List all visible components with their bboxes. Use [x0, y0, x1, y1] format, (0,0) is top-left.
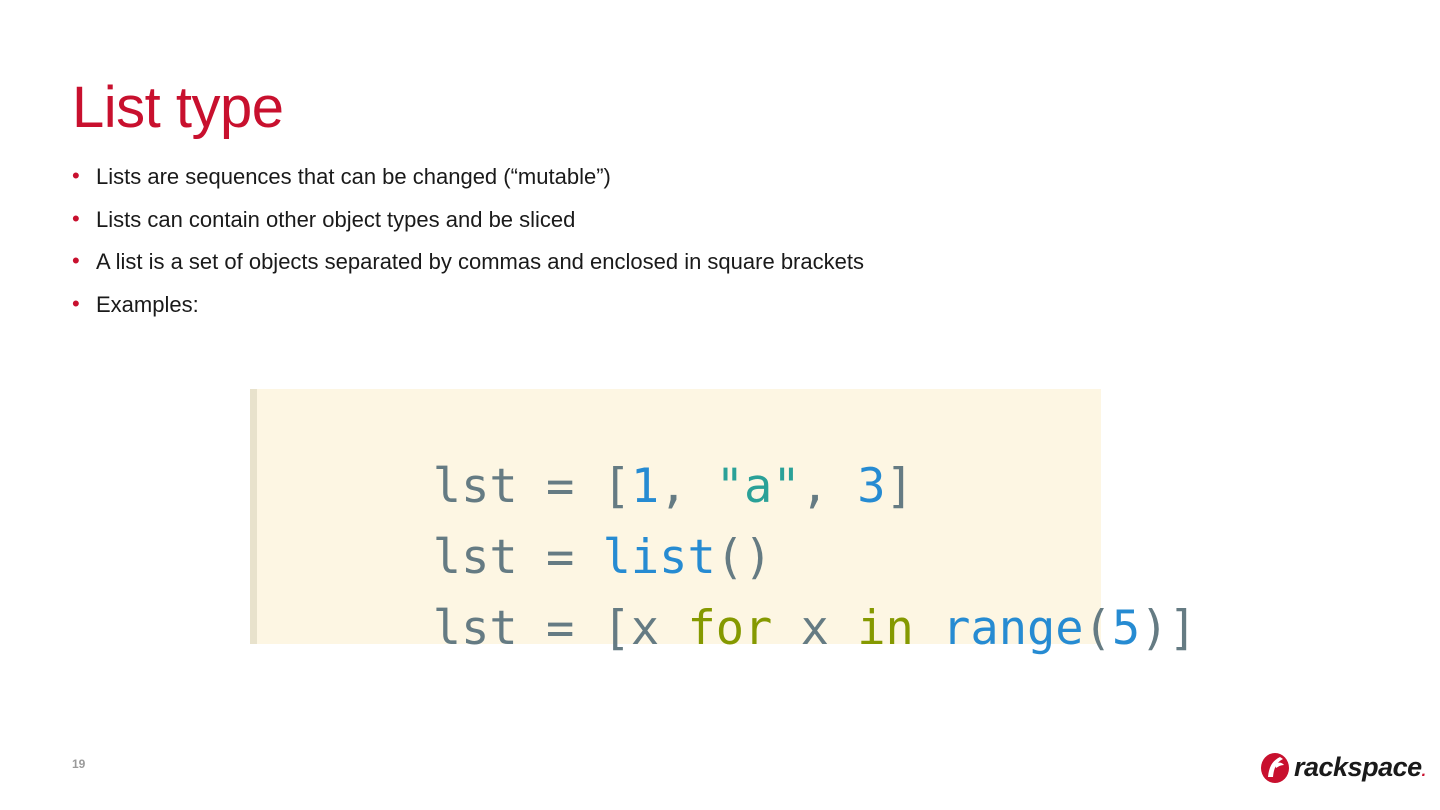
- bullet-list: • Lists are sequences that can be change…: [72, 160, 864, 330]
- code-token: for: [687, 601, 773, 656]
- code-token: 3: [857, 459, 886, 514]
- code-example: lst = [1, "a", 3] lst = list() lst = [x …: [250, 389, 1197, 656]
- bullet-dot-icon: •: [72, 205, 80, 231]
- code-token: 5: [1111, 601, 1141, 656]
- bullet-item: • Lists are sequences that can be change…: [72, 160, 864, 203]
- code-token: range: [942, 601, 1084, 656]
- bullet-text: A list is a set of objects separated by …: [96, 249, 864, 274]
- code-token: ,: [800, 459, 858, 514]
- code-token: in: [857, 601, 914, 656]
- rackspace-logo: rackspace.: [1258, 748, 1426, 788]
- page-number: 19: [72, 757, 86, 771]
- bullet-text: Lists are sequences that can be changed …: [96, 164, 611, 189]
- code-token: lst = [x: [432, 601, 688, 656]
- code-line: lst = [x for x in range(5)]: [263, 545, 1197, 713]
- bullet-text: Lists can contain other object types and…: [96, 206, 576, 232]
- bullet-item: • Examples:: [72, 288, 864, 331]
- slide: List type • Lists are sequences that can…: [0, 0, 1440, 810]
- logo-trademark: .: [1421, 763, 1426, 780]
- logo-word: rackspace: [1294, 752, 1422, 782]
- bullet-dot-icon: •: [72, 248, 80, 273]
- slide-title: List type: [72, 75, 284, 140]
- bullet-dot-icon: •: [72, 163, 80, 188]
- bullet-text: Examples:: [96, 291, 199, 317]
- rackspace-logo-icon: [1261, 753, 1289, 783]
- bullet-dot-icon: •: [72, 290, 80, 316]
- code-token: (: [1083, 601, 1112, 656]
- code-token: x: [772, 601, 858, 656]
- code-token: )]: [1140, 601, 1197, 656]
- bullet-item: • Lists can contain other object types a…: [72, 203, 864, 246]
- code-token: ]: [885, 459, 914, 514]
- logo-wordmark: rackspace.: [1294, 750, 1426, 789]
- bullet-item: • A list is a set of objects separated b…: [72, 245, 864, 288]
